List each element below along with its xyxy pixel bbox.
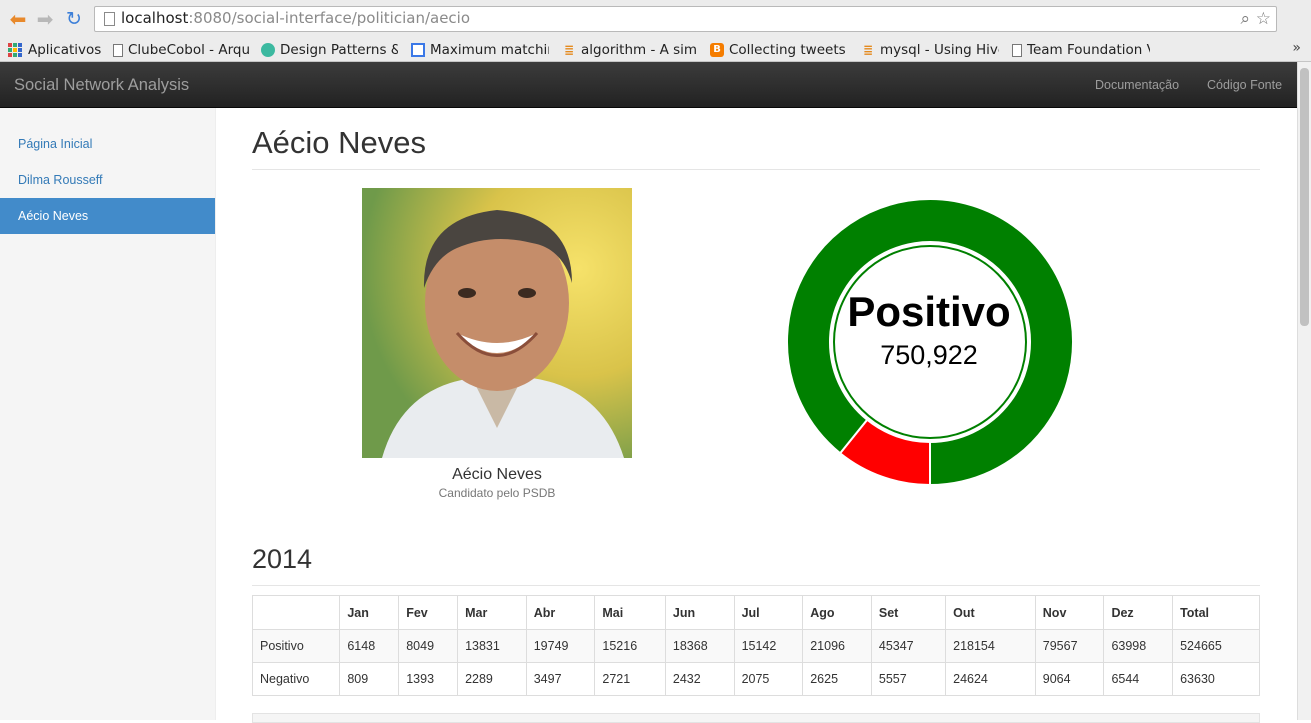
- address-bar[interactable]: localhost:8080/social-interface/politici…: [94, 6, 1277, 32]
- table-cell: 1393: [398, 662, 459, 696]
- stackoverflow-icon: ≣: [563, 43, 575, 57]
- table-header-ago: Ago: [802, 595, 872, 630]
- table-cell: 63630: [1172, 662, 1260, 696]
- table-row: Negativo 809 1393 2289 3497 2721 2432 2075 2625 5…: [251, 662, 1260, 696]
- page-icon: [1012, 43, 1022, 57]
- monthly-stats-table: Jan Fev Mar Abr Mai Jun Jul Ago Set Out Nov Dez Tota…: [251, 595, 1260, 696]
- table-header-out: Out: [945, 595, 1036, 630]
- year-divider: [252, 585, 1260, 586]
- stackoverflow-icon: ≣: [862, 43, 874, 57]
- zoom-icon[interactable]: ⌕: [1240, 8, 1250, 30]
- nav-source-code-link[interactable]: Código Fonte: [1207, 78, 1282, 92]
- scrollbar[interactable]: [1297, 62, 1311, 720]
- table-cell: Negativo: [251, 662, 341, 696]
- reload-icon[interactable]: ↻: [62, 7, 86, 31]
- bookmark-algorithm[interactable]: ≣ algorithm - A simpl: [562, 40, 698, 60]
- table-cell: 2289: [457, 662, 527, 696]
- table-row: Positivo 6148 8049 13831 19749 15216 18368 1514…: [251, 629, 1260, 663]
- apps-icon: [8, 43, 22, 57]
- table-cell: 21096: [802, 629, 872, 663]
- table-header-set: Set: [870, 595, 947, 630]
- table-cell: 2075: [733, 662, 804, 696]
- nav-documentation-link[interactable]: Documentação: [1095, 78, 1179, 92]
- page-icon: [113, 43, 123, 57]
- table-cell: 45347: [870, 629, 947, 663]
- table-cell: 15216: [594, 629, 666, 663]
- page-icon: [104, 12, 115, 26]
- sentiment-value: 750,922: [880, 340, 978, 370]
- table-cell: 6544: [1103, 662, 1174, 696]
- table-cell: 18368: [664, 629, 735, 663]
- table-header-nov: Nov: [1034, 595, 1105, 630]
- table-cell: 9064: [1034, 662, 1105, 696]
- main-content: Aécio Neves Aécio Neves Candidato pelo P…: [216, 108, 1297, 723]
- sentiment-label: Positivo: [847, 288, 1011, 335]
- candidate-name: Aécio Neves: [452, 466, 542, 483]
- bookmark-apps[interactable]: Aplicativos: [8, 40, 108, 60]
- table-cell: Positivo: [251, 629, 341, 663]
- table-header-dez: Dez: [1103, 595, 1174, 630]
- table-header-total: Total: [1172, 595, 1260, 630]
- sidebar-item-dilma[interactable]: Dilma Rousseff: [0, 162, 215, 198]
- page-title: Aécio Neves: [252, 125, 427, 160]
- table-header-fev: Fev: [398, 595, 459, 630]
- sidebar-item-aecio[interactable]: Aécio Neves: [0, 198, 215, 234]
- top-navbar: Social Network Analysis Documentação Cód…: [0, 62, 1297, 108]
- candidate-party: Candidato pelo PSDB: [438, 486, 556, 500]
- brand-link[interactable]: Social Network Analysis: [14, 76, 189, 95]
- title-divider: [252, 169, 1260, 170]
- sidebar-item-home[interactable]: Página Inicial: [0, 126, 215, 162]
- table-header-mar: Mar: [457, 595, 527, 630]
- portrait-illustration: [362, 188, 632, 458]
- table-cell: 218154: [945, 629, 1036, 663]
- table-header-abr: Abr: [525, 595, 596, 630]
- bookmark-maximum-matching[interactable]: Maximum matchin: [411, 40, 549, 60]
- candidate-photo: [362, 188, 632, 458]
- table-header-jul: Jul: [733, 595, 804, 630]
- table-cell: 79567: [1034, 629, 1105, 663]
- sidebar: Página Inicial Dilma Rousseff Aécio Neve…: [0, 108, 216, 720]
- table-cell: 8049: [398, 629, 459, 663]
- scrollbar-thumb[interactable]: [1300, 68, 1309, 326]
- bookmark-mysql-hive[interactable]: ≣ mysql - Using Hive: [861, 40, 999, 60]
- site-icon: [261, 43, 275, 57]
- table-cell: 809: [339, 662, 400, 696]
- bookmark-team-foundation[interactable]: Team Foundation V: [1012, 40, 1150, 60]
- url-text[interactable]: localhost:8080/social-interface/politici…: [121, 9, 470, 27]
- table-cell: 2625: [802, 662, 872, 696]
- table-header-row: Jan Fev Mar Abr Mai Jun Jul Ago Set Out Nov Dez Tota…: [251, 595, 1260, 630]
- more-bookmarks-chevron-icon[interactable]: »: [1292, 40, 1301, 56]
- table-cell: 3497: [525, 662, 596, 696]
- blogger-icon: B: [710, 43, 724, 57]
- star-icon[interactable]: ☆: [1256, 8, 1271, 30]
- table-header-empty: [251, 595, 341, 630]
- table-icon: [411, 43, 425, 57]
- bookmark-clubecobol[interactable]: ClubeCobol - Arqui: [113, 40, 250, 60]
- table-cell: 24624: [945, 662, 1036, 696]
- back-arrow-icon[interactable]: ⬅: [6, 7, 30, 31]
- table-cell: 5557: [870, 662, 947, 696]
- table-cell: 15142: [733, 629, 804, 663]
- table-header-jan: Jan: [339, 595, 400, 630]
- browser-toolbar: ⬅ ➡ ↻ localhost:8080/social-interface/po…: [0, 0, 1311, 37]
- bookmark-collecting-tweets[interactable]: B Collecting tweets: [710, 40, 847, 60]
- table-cell: 2721: [594, 662, 666, 696]
- table-cell: 6148: [339, 629, 400, 663]
- year-heading: 2014: [252, 544, 313, 574]
- bookmark-design-patterns[interactable]: Design Patterns &: [261, 40, 398, 60]
- table-cell: 63998: [1103, 629, 1174, 663]
- bookmarks-bar: Aplicativos ClubeCobol - Arqui Design Pa…: [0, 37, 1311, 62]
- next-panel: [252, 713, 1260, 723]
- table-header-mai: Mai: [594, 595, 666, 630]
- table-cell: 2432: [664, 662, 735, 696]
- forward-arrow-icon[interactable]: ➡: [33, 7, 57, 31]
- table-cell: 524665: [1172, 629, 1260, 663]
- table-header-jun: Jun: [664, 595, 735, 630]
- table-cell: 13831: [457, 629, 527, 663]
- table-cell: 19749: [525, 629, 596, 663]
